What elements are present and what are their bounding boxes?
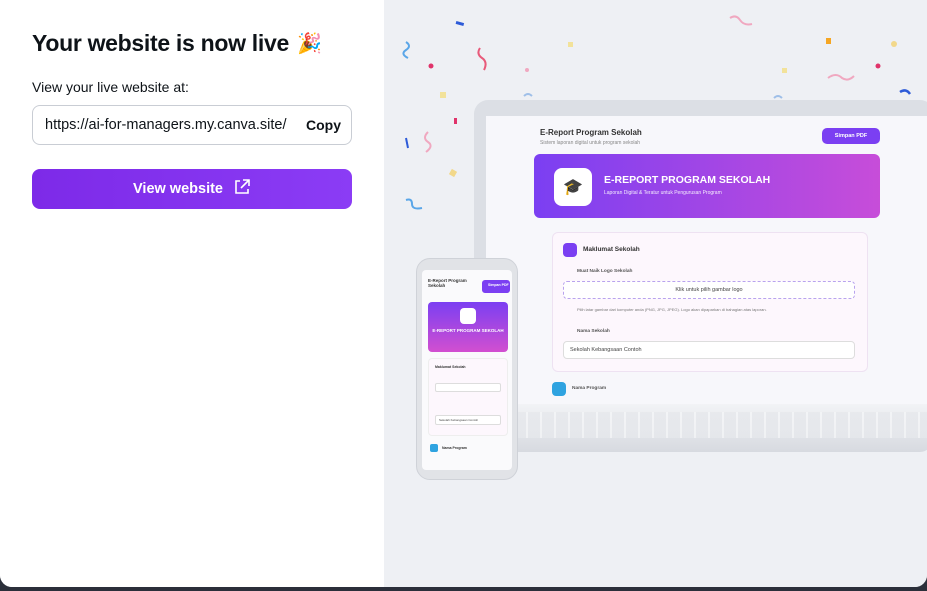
- clipboard-icon: [552, 382, 566, 396]
- laptop-logo-upload-label: Klik untuk pilih gambar logo: [675, 287, 743, 293]
- laptop-section-title: Maklumat Sekolah: [583, 246, 640, 253]
- publish-success-modal: Your website is now live 🎉 View your liv…: [0, 0, 927, 587]
- phone-graduation-cap-icon: [460, 308, 476, 324]
- laptop-banner: 🎓 E-REPORT PROGRAM SEKOLAH Laporan Digit…: [534, 154, 880, 218]
- laptop-school-info-card: Maklumat Sekolah Muat Naik Logo Sekolah …: [552, 232, 868, 372]
- modal-title-text: Your website is now live: [32, 30, 289, 56]
- live-url-label: View your live website at:: [32, 79, 189, 95]
- phone-program-label: Nama Program: [442, 446, 467, 450]
- copy-button[interactable]: Copy: [306, 117, 341, 133]
- phone-app-title: E-Report Program Sekolah: [428, 278, 467, 288]
- phone-clipboard-icon: [430, 444, 438, 452]
- laptop-app-subtitle: Sistem laporan digital untuk program sek…: [540, 140, 641, 146]
- laptop-school-field: Sekolah Kebangsaan Contoh: [563, 341, 855, 359]
- party-popper-icon: 🎉: [296, 33, 322, 55]
- phone-save-pdf-label: Simpan PDF: [488, 283, 509, 287]
- laptop-screen: E-Report Program Sekolah Sistem laporan …: [486, 116, 927, 406]
- phone-section-title: Maklumat Sekolah: [435, 365, 466, 369]
- laptop-school-label: Nama Sekolah: [577, 329, 610, 334]
- phone-school-value: Sekolah Kebangsaan Contoh: [439, 418, 479, 422]
- laptop-save-pdf-button: Simpan PDF: [822, 128, 880, 144]
- graduation-cap-icon: 🎓: [554, 168, 592, 206]
- preview-panel: E-Report Program Sekolah Sistem laporan …: [384, 0, 927, 587]
- laptop-logo-upload: Klik untuk pilih gambar logo: [563, 281, 855, 299]
- url-field[interactable]: https://ai-for-managers.my.canva.site/ C…: [32, 105, 352, 145]
- building-icon: [563, 243, 577, 257]
- phone-school-info-card: Maklumat Sekolah Sekolah Kebangsaan Cont…: [428, 358, 508, 436]
- modal-title: Your website is now live 🎉: [32, 30, 352, 57]
- laptop-logo-label: Muat Naik Logo Sekolah: [577, 269, 633, 274]
- phone-banner: E-REPORT PROGRAM SEKOLAH: [428, 302, 508, 352]
- external-link-icon: [233, 178, 251, 200]
- laptop-keyboard: [514, 412, 927, 438]
- laptop-logo-hint: Pilih latar gambar dari komputer anda (P…: [577, 307, 767, 312]
- view-website-label: View website: [133, 181, 223, 197]
- laptop-school-value: Sekolah Kebangsaan Contoh: [570, 347, 642, 353]
- phone-logo-upload: [435, 383, 501, 392]
- laptop-app-title: E-Report Program Sekolah: [540, 128, 642, 137]
- url-text[interactable]: https://ai-for-managers.my.canva.site/: [45, 117, 298, 133]
- view-website-button[interactable]: View website: [32, 169, 352, 209]
- laptop-banner-subtitle: Laporan Digital & Teratur untuk Pengurus…: [604, 190, 722, 196]
- laptop-banner-title: E-REPORT PROGRAM SEKOLAH: [604, 174, 771, 186]
- laptop-program-label: Nama Program: [572, 386, 607, 391]
- phone-save-pdf-button: Simpan PDF: [482, 280, 510, 293]
- phone-banner-title: E-REPORT PROGRAM SEKOLAH: [432, 328, 504, 333]
- phone-school-field: Sekolah Kebangsaan Contoh: [435, 415, 501, 425]
- phone-screen: E-Report Program Sekolah Simpan PDF E-RE…: [422, 270, 512, 470]
- modal-left-panel: Your website is now live 🎉 View your liv…: [0, 0, 384, 587]
